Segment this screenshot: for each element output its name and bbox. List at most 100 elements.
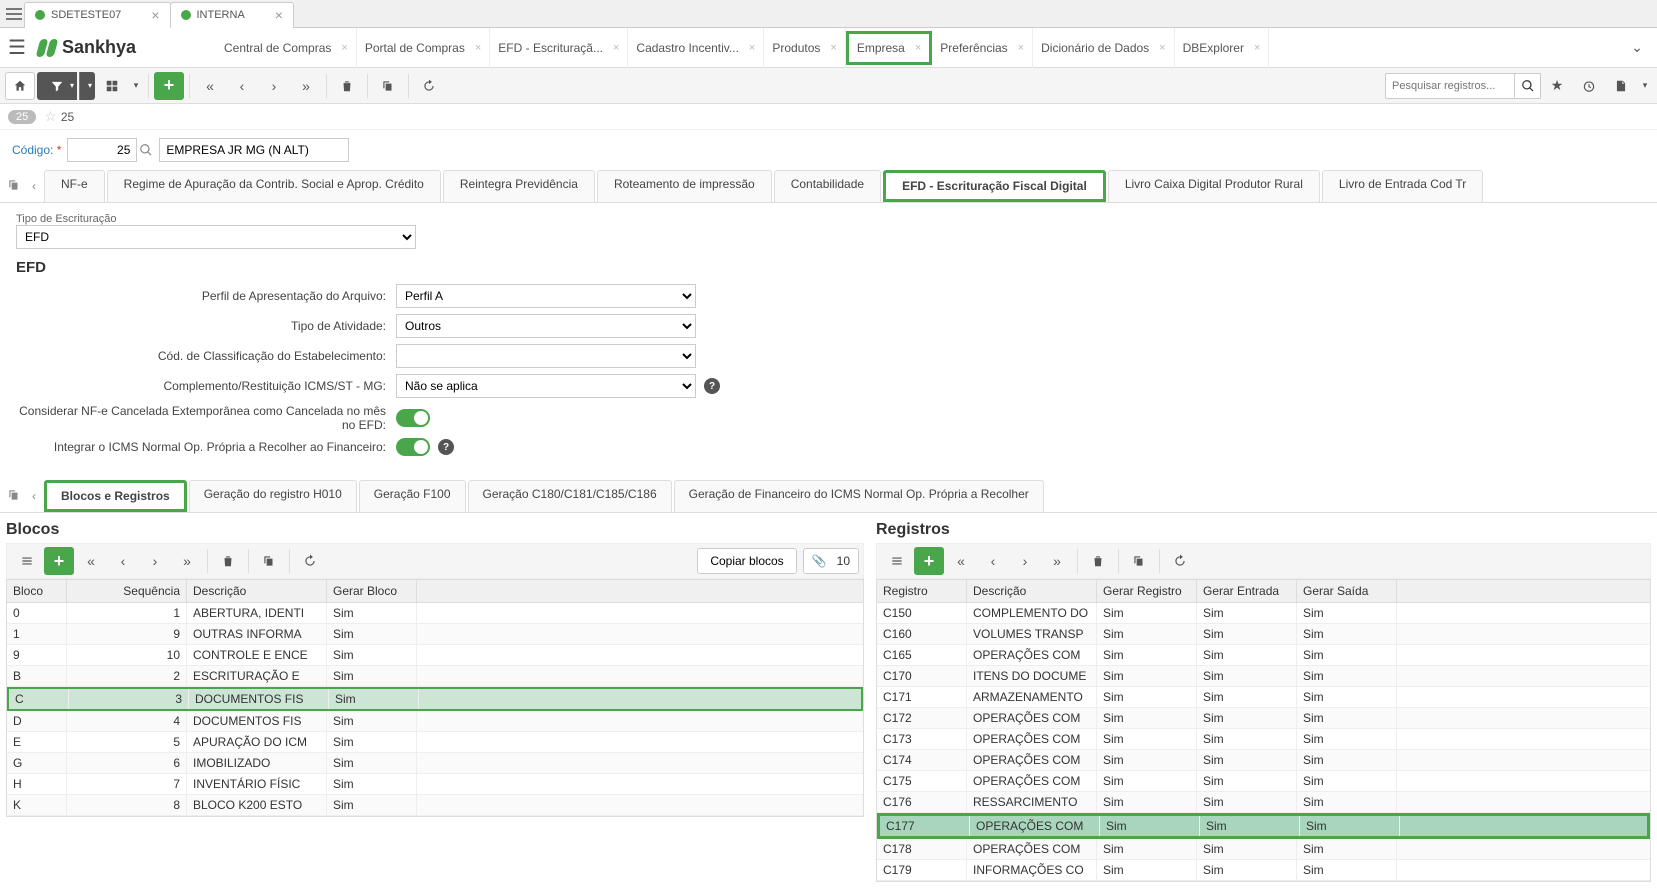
subtabs-copy-icon[interactable]	[4, 488, 24, 505]
table-row[interactable]: C174OPERAÇÕES COMSimSimSim	[877, 750, 1650, 771]
module-tab[interactable]: Empresa×	[846, 31, 932, 65]
help-icon[interactable]: ?	[438, 439, 454, 455]
module-tab[interactable]: Central de Compras×	[216, 28, 357, 68]
first-bloco-button[interactable]: «	[76, 547, 106, 575]
primary-tab[interactable]: Reintegra Previdência	[443, 170, 595, 202]
considerar-nfe-toggle[interactable]	[396, 409, 430, 427]
browser-tab[interactable]: SDETESTE07 ×	[24, 2, 171, 28]
table-row[interactable]: C175OPERAÇÕES COMSimSimSim	[877, 771, 1650, 792]
sub-tab[interactable]: Blocos e Registros	[44, 480, 187, 512]
cod-class-select[interactable]	[396, 344, 696, 368]
table-row[interactable]: C176RESSARCIMENTOSimSimSim	[877, 792, 1650, 813]
last-registro-button[interactable]: »	[1042, 547, 1072, 575]
refresh-registro-button[interactable]	[1165, 547, 1195, 575]
prev-bloco-button[interactable]: ‹	[108, 547, 138, 575]
table-row[interactable]: C160VOLUMES TRANSPSimSimSim	[877, 624, 1650, 645]
primary-tab[interactable]: Livro Caixa Digital Produtor Rural	[1108, 170, 1320, 202]
copiar-blocos-button[interactable]: Copiar blocos	[697, 548, 796, 574]
codigo-input[interactable]	[67, 138, 137, 162]
close-icon[interactable]: ×	[613, 42, 619, 54]
primary-tab[interactable]: EFD - Escrituração Fiscal Digital	[883, 170, 1106, 202]
close-icon[interactable]: ×	[1254, 42, 1260, 54]
delete-button[interactable]	[332, 72, 362, 100]
module-tab[interactable]: Produtos×	[764, 28, 845, 68]
list-view-button[interactable]	[12, 547, 42, 575]
copy-bloco-button[interactable]	[254, 547, 284, 575]
module-tab[interactable]: Cadastro Incentiv...×	[628, 28, 764, 68]
primary-tab[interactable]: Roteamento de impressão	[597, 170, 772, 202]
last-bloco-button[interactable]: »	[172, 547, 202, 575]
star-icon[interactable]: ☆	[44, 108, 57, 125]
col-gerar-saida[interactable]: Gerar Saída	[1297, 580, 1397, 602]
table-row[interactable]: G6IMOBILIZADOSim	[7, 753, 863, 774]
tipo-atividade-select[interactable]: Outros	[396, 314, 696, 338]
module-tab[interactable]: DBExplorer×	[1175, 28, 1270, 68]
col-registro[interactable]: Registro	[877, 580, 967, 602]
table-row[interactable]: C170ITENS DO DOCUMESimSimSim	[877, 666, 1650, 687]
tabs-copy-icon[interactable]	[4, 178, 24, 195]
close-icon[interactable]: ×	[341, 42, 347, 54]
delete-registro-button[interactable]	[1083, 547, 1113, 575]
help-icon[interactable]: ?	[704, 378, 720, 394]
browser-tab[interactable]: INTERNA ×	[170, 2, 294, 28]
module-tab[interactable]: EFD - Escrituraçã...×	[490, 28, 628, 68]
table-row[interactable]: C165OPERAÇÕES COMSimSimSim	[877, 645, 1650, 666]
table-row[interactable]: H7INVENTÁRIO FÍSICSim	[7, 774, 863, 795]
close-icon[interactable]: ×	[275, 7, 283, 23]
close-icon[interactable]: ×	[830, 42, 836, 54]
module-tab[interactable]: Preferências×	[932, 28, 1033, 68]
tipo-escrituracao-select[interactable]: EFD	[16, 225, 416, 249]
next-registro-button[interactable]: ›	[1010, 547, 1040, 575]
more-modules-icon[interactable]: ⌄	[1625, 39, 1649, 56]
attachment-box[interactable]: 📎 10	[803, 548, 859, 574]
refresh-bloco-button[interactable]	[295, 547, 325, 575]
search-button[interactable]	[1515, 73, 1541, 99]
copy-registro-button[interactable]	[1124, 547, 1154, 575]
copy-button[interactable]	[373, 72, 403, 100]
timer-button[interactable]	[1574, 72, 1604, 100]
close-icon[interactable]: ×	[151, 7, 159, 23]
perfil-select[interactable]: Perfil A	[396, 284, 696, 308]
col-gerar-entrada[interactable]: Gerar Entrada	[1197, 580, 1297, 602]
filter-dropdown-button[interactable]	[79, 72, 95, 100]
module-tab[interactable]: Portal de Compras×	[357, 28, 490, 68]
add-registro-button[interactable]: +	[914, 547, 944, 575]
col-descricao[interactable]: Descrição	[187, 580, 327, 602]
add-button[interactable]: +	[154, 72, 184, 100]
col-gerar-bloco[interactable]: Gerar Bloco	[327, 580, 417, 602]
table-row[interactable]: C173OPERAÇÕES COMSimSimSim	[877, 729, 1650, 750]
table-row[interactable]: K8BLOCO K200 ESTOSim	[7, 795, 863, 816]
table-row[interactable]: B2ESCRITURAÇÃO ESim	[7, 666, 863, 687]
table-row[interactable]: C150COMPLEMENTO DOSimSimSim	[877, 603, 1650, 624]
prev-registro-button[interactable]: ‹	[978, 547, 1008, 575]
table-row[interactable]: C177OPERAÇÕES COMSimSimSim	[877, 813, 1650, 839]
list-view-button[interactable]	[882, 547, 912, 575]
sub-tab[interactable]: Geração C180/C181/C185/C186	[468, 480, 672, 512]
col-bloco[interactable]: Bloco	[7, 580, 67, 602]
search-input[interactable]	[1385, 73, 1515, 99]
subtabs-prev-icon[interactable]: ‹	[24, 489, 44, 503]
col-descricao[interactable]: Descrição	[967, 580, 1097, 602]
table-row[interactable]: 19OUTRAS INFORMASim	[7, 624, 863, 645]
table-row[interactable]: E5APURAÇÃO DO ICMSim	[7, 732, 863, 753]
close-icon[interactable]: ×	[1018, 42, 1024, 54]
module-tab[interactable]: Dicionário de Dados×	[1033, 28, 1175, 68]
first-button[interactable]: «	[195, 72, 225, 100]
first-registro-button[interactable]: «	[946, 547, 976, 575]
close-icon[interactable]: ×	[749, 42, 755, 54]
table-row[interactable]: C3DOCUMENTOS FISSim	[7, 687, 863, 711]
primary-tab[interactable]: Contabilidade	[774, 170, 881, 202]
export-button[interactable]	[1606, 72, 1636, 100]
col-sequencia[interactable]: Sequência	[67, 580, 187, 602]
table-row[interactable]: 910CONTROLE E ENCESim	[7, 645, 863, 666]
prev-button[interactable]: ‹	[227, 72, 257, 100]
filter-button[interactable]	[37, 72, 77, 100]
next-button[interactable]: ›	[259, 72, 289, 100]
table-row[interactable]: C171ARMAZENAMENTOSimSimSim	[877, 687, 1650, 708]
complemento-select[interactable]: Não se aplica	[396, 374, 696, 398]
table-row[interactable]: D4DOCUMENTOS FISSim	[7, 711, 863, 732]
refresh-button[interactable]	[414, 72, 444, 100]
sub-tab[interactable]: Geração F100	[359, 480, 466, 512]
next-bloco-button[interactable]: ›	[140, 547, 170, 575]
close-icon[interactable]: ×	[915, 42, 921, 54]
